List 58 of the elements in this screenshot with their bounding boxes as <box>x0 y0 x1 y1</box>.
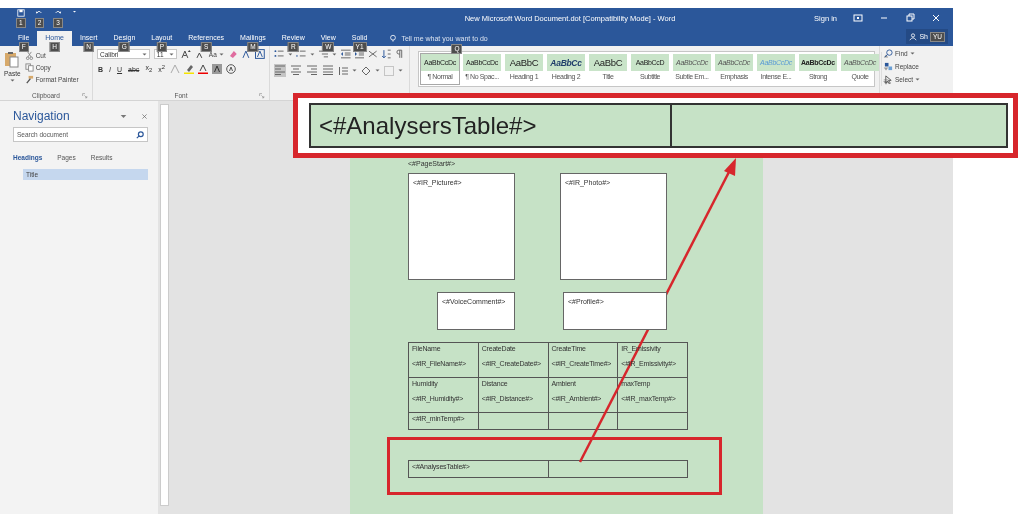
caret-icon[interactable] <box>375 68 380 73</box>
caret-icon[interactable] <box>309 51 315 57</box>
alignment-button[interactable] <box>322 64 334 77</box>
multilevel-list-icon[interactable] <box>318 49 329 59</box>
style-preview: AaBbC <box>589 54 627 71</box>
pane-title: Navigation <box>13 109 70 123</box>
grow-font-icon[interactable] <box>181 49 192 59</box>
caret-icon[interactable] <box>915 77 921 82</box>
caret-icon[interactable] <box>169 51 175 57</box>
copy-icon <box>24 63 34 72</box>
caret-icon[interactable] <box>141 51 147 57</box>
lightbulb-icon[interactable] <box>389 34 398 43</box>
caret-icon[interactable] <box>9 78 15 83</box>
bullets-icon[interactable] <box>274 49 284 59</box>
style-preview: AaBbC <box>505 54 543 71</box>
caret-icon[interactable] <box>398 68 403 73</box>
font-color-icon[interactable] <box>197 64 208 74</box>
ribbon-display-icon[interactable] <box>853 13 863 23</box>
replace-icon <box>884 62 893 71</box>
shading-icon[interactable] <box>361 65 371 76</box>
align-left-icon <box>275 65 285 75</box>
restore-icon[interactable] <box>905 13 915 23</box>
alignment-button[interactable] <box>290 64 302 77</box>
clipboard-icon <box>4 51 21 69</box>
decrease-indent-icon[interactable] <box>341 49 351 59</box>
caret-icon[interactable] <box>332 51 338 57</box>
save-icon[interactable] <box>16 8 25 17</box>
justify-icon <box>323 65 333 75</box>
caret-icon[interactable] <box>352 68 357 73</box>
caret-icon[interactable] <box>909 51 915 56</box>
cursor-icon <box>884 75 893 84</box>
sort-icon[interactable] <box>381 49 392 59</box>
undo-icon[interactable] <box>35 8 44 17</box>
customize-caret-icon[interactable] <box>71 8 77 14</box>
scroll-up-icon[interactable] <box>883 53 889 59</box>
person-icon <box>909 32 918 41</box>
character-shading-icon[interactable] <box>211 64 222 74</box>
enclosed-character-icon[interactable] <box>225 64 236 74</box>
search-icon <box>884 49 893 58</box>
scroll-down-icon[interactable] <box>883 66 889 72</box>
magnified-table-cell: <#AnalysersTable#> <box>311 105 672 146</box>
scissors-icon <box>24 51 34 60</box>
paintbrush-icon <box>24 75 34 84</box>
pane-options-caret-icon[interactable] <box>120 112 127 120</box>
search-icon <box>136 130 144 139</box>
more-icon[interactable] <box>883 79 889 85</box>
align-right-icon <box>307 65 317 75</box>
pilcrow-icon[interactable] <box>395 49 405 59</box>
line-spacing-icon[interactable] <box>338 65 348 76</box>
style-preview: AaBbCc <box>547 54 585 71</box>
numbering-icon[interactable] <box>296 49 306 59</box>
highlighter-icon[interactable] <box>183 64 194 74</box>
align-center-icon <box>291 65 301 75</box>
caret-icon[interactable] <box>218 51 224 57</box>
bordered-character-icon[interactable] <box>255 49 266 59</box>
alignment-button[interactable] <box>274 64 286 77</box>
alignment-button[interactable] <box>306 64 318 77</box>
increase-indent-icon[interactable] <box>354 49 365 59</box>
